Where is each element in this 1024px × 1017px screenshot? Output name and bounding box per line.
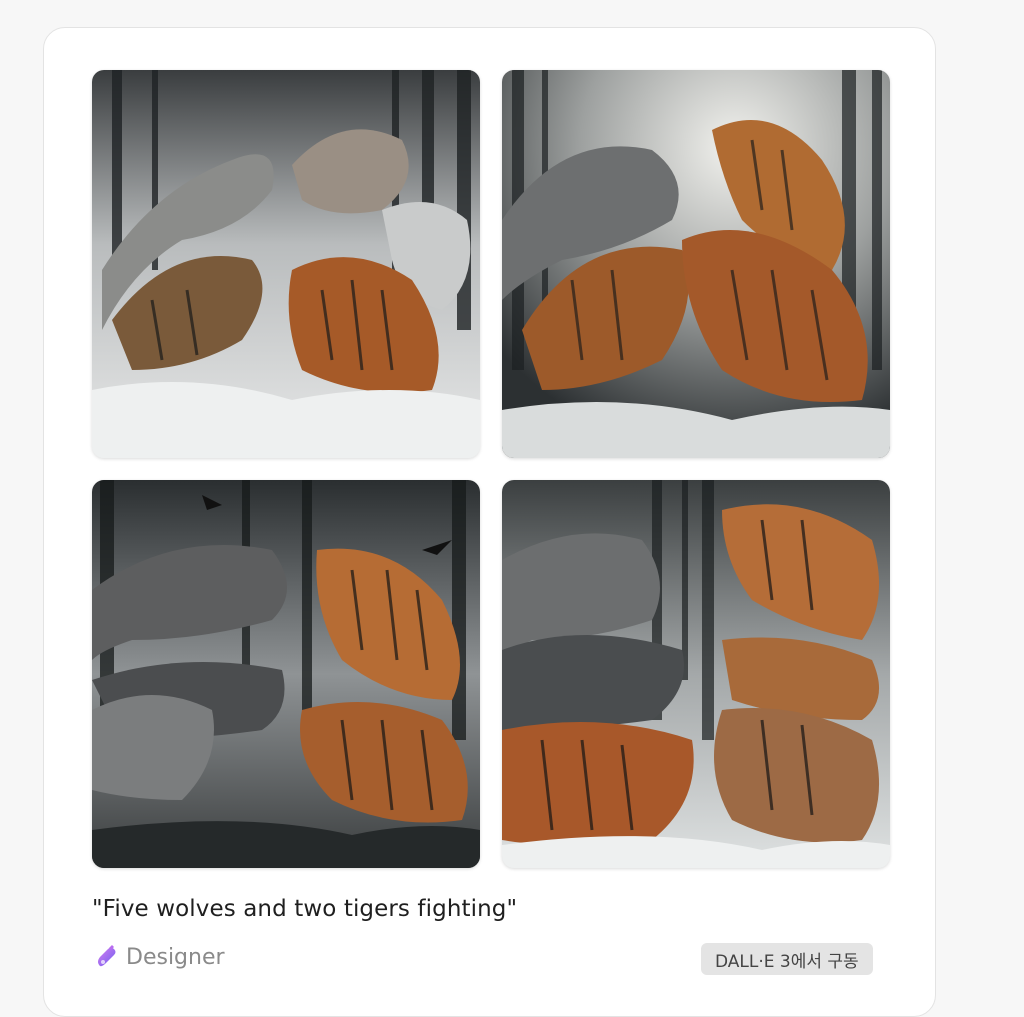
designer-logo-icon [98, 945, 116, 967]
wolves-tigers-scene-1 [92, 70, 480, 458]
generated-image-2[interactable] [502, 70, 890, 458]
wolves-tigers-scene-3 [92, 480, 480, 868]
generated-image-3[interactable] [92, 480, 480, 868]
designer-brand-link[interactable]: Designer [94, 944, 225, 970]
wolves-tigers-scene-2 [502, 70, 890, 458]
generated-image-1[interactable] [92, 70, 480, 458]
wolves-tigers-scene-4 [502, 480, 890, 868]
brand-name: Designer [126, 944, 225, 970]
image-result-card: "Five wolves and two tigers fighting" De… [43, 27, 936, 1017]
image-grid [92, 70, 890, 868]
generated-image-4[interactable] [502, 480, 890, 868]
powered-by-badge: DALL·E 3에서 구동 [701, 943, 873, 975]
prompt-text: "Five wolves and two tigers fighting" [92, 896, 518, 922]
